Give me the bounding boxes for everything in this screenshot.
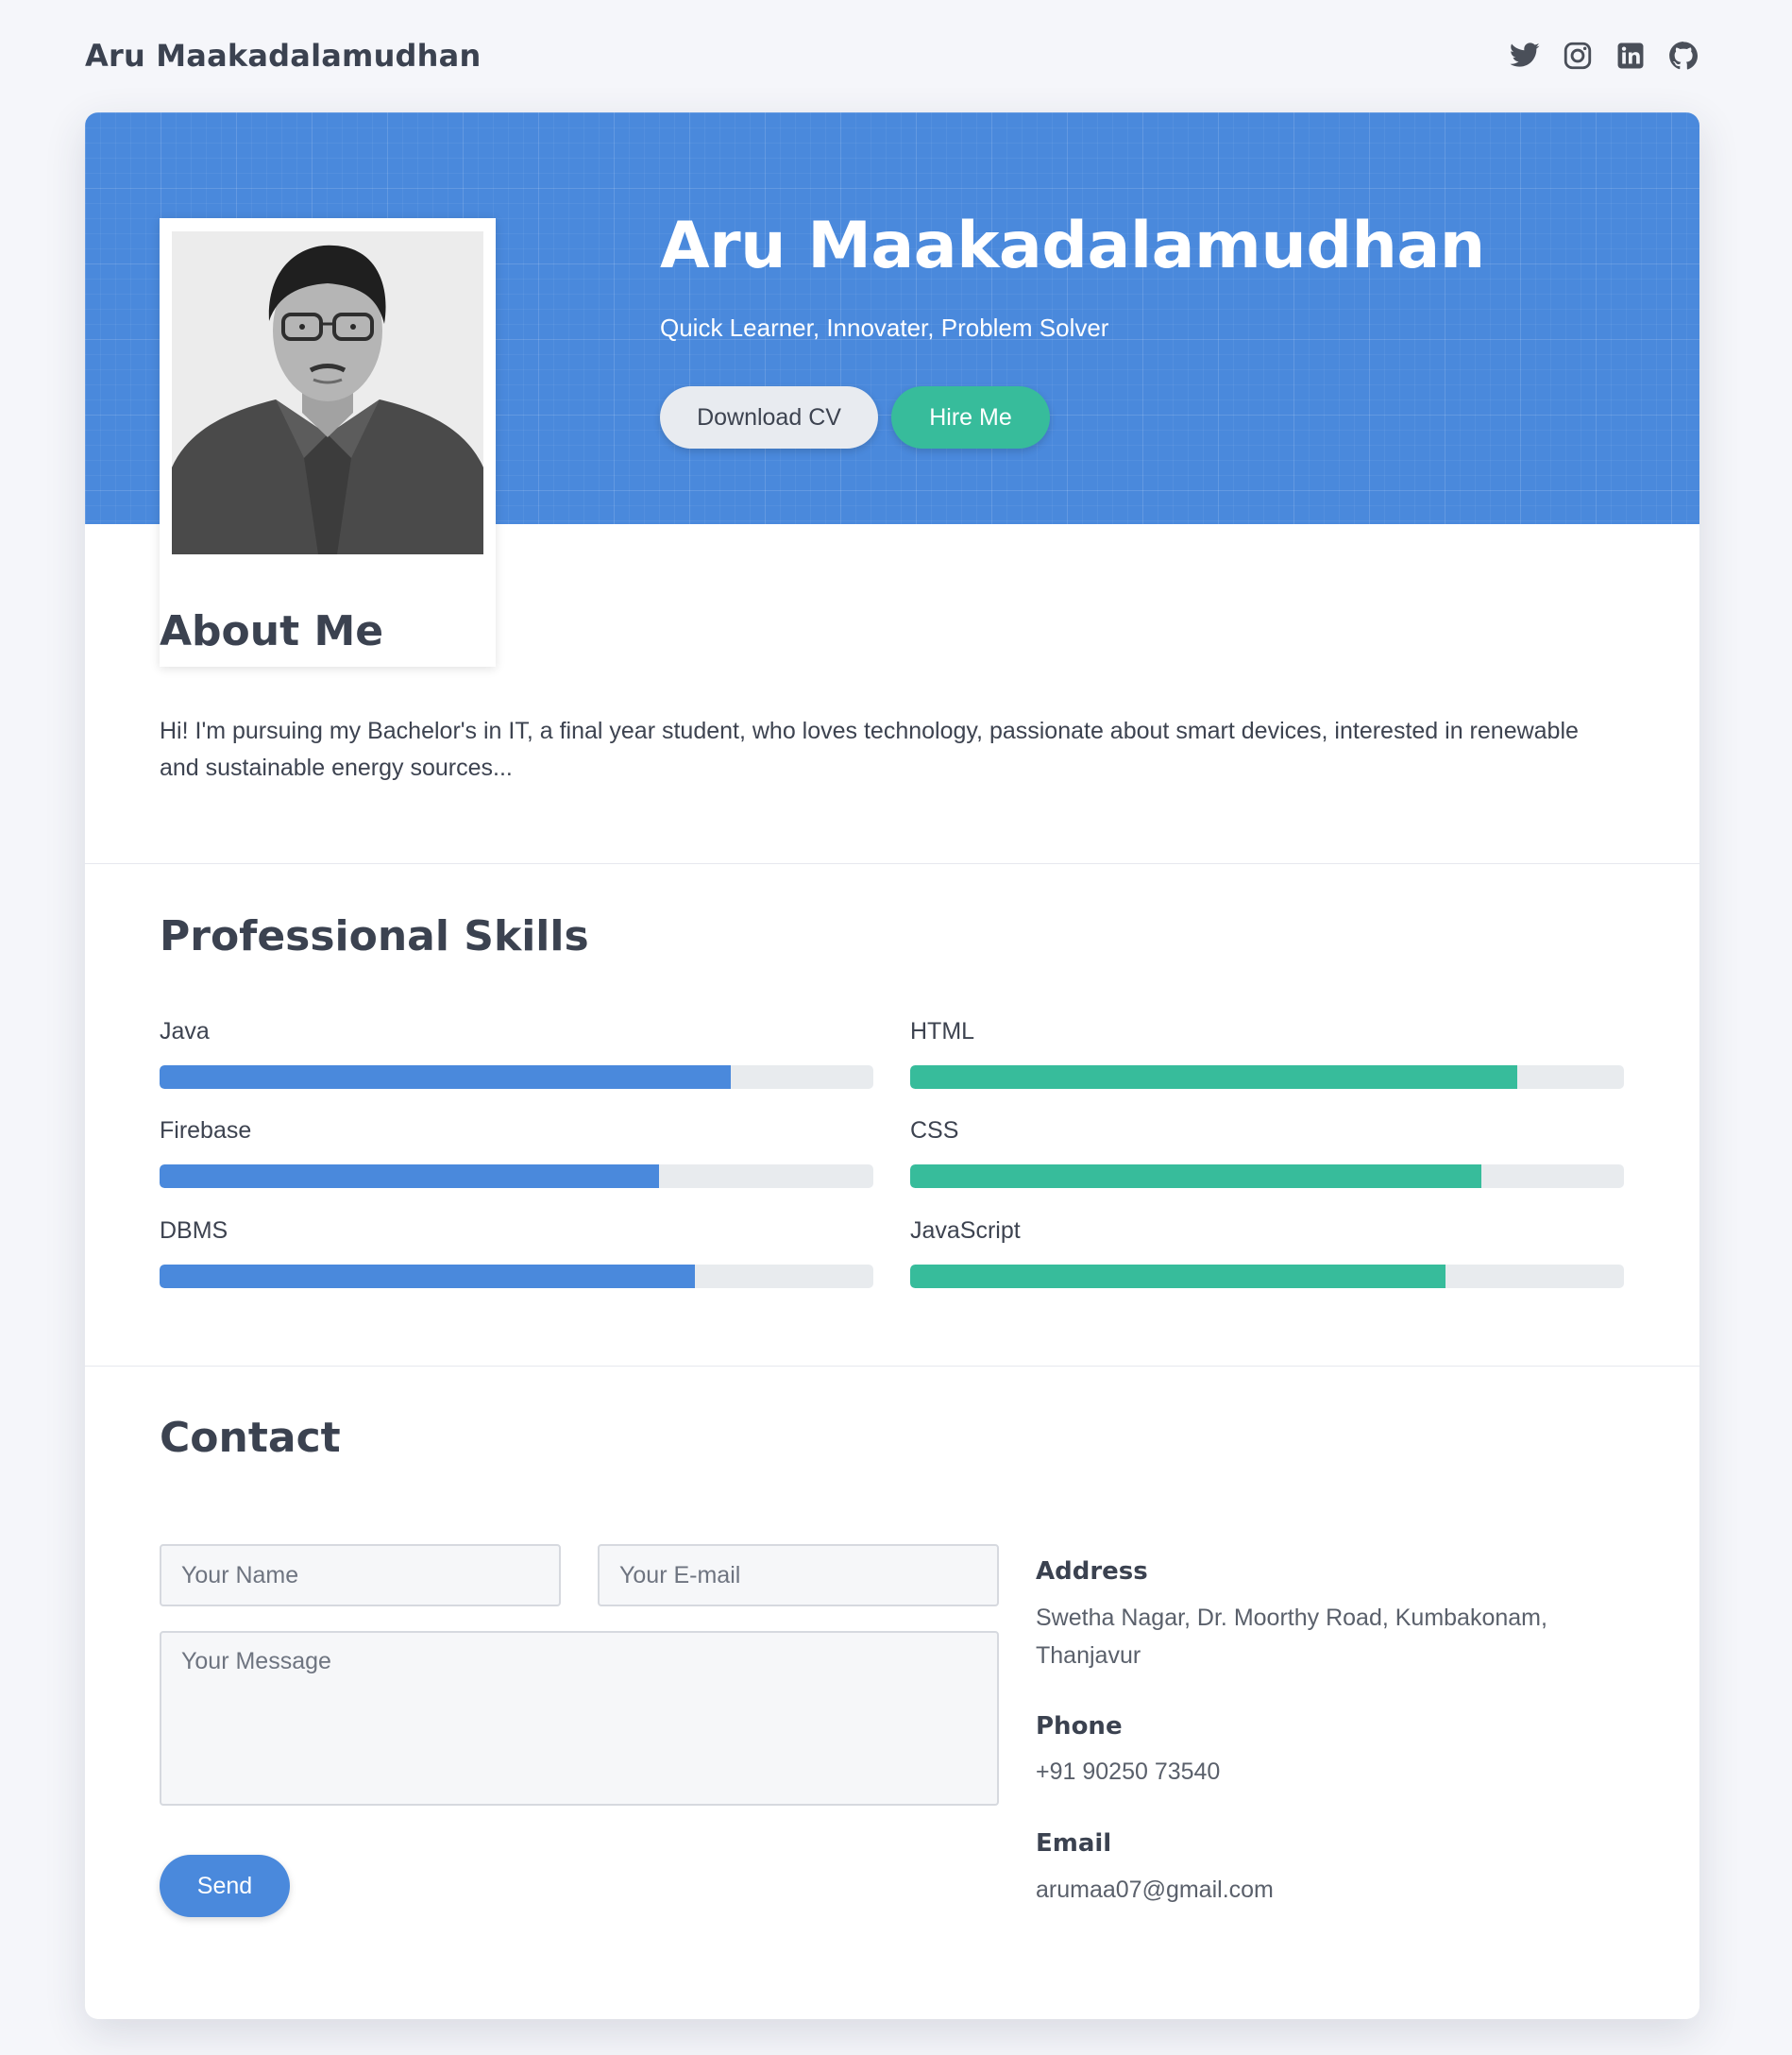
skill-css: CSS <box>910 1116 1624 1188</box>
github-icon[interactable] <box>1667 40 1699 72</box>
social-links <box>1509 40 1699 72</box>
skill-progress-fill <box>160 1265 695 1288</box>
address-label: Address <box>1036 1557 1148 1586</box>
skill-javascript: JavaScript <box>910 1216 1624 1288</box>
profile-photo-frame <box>160 218 496 667</box>
hero-name: Aru Maakadalamudhan <box>660 209 1485 283</box>
skill-progress-fill <box>160 1065 731 1089</box>
message-textarea[interactable] <box>160 1631 999 1806</box>
skill-label: Java <box>160 1018 210 1044</box>
site-brand[interactable]: Aru Maakadalamudhan <box>85 38 481 74</box>
skill-label: HTML <box>910 1018 975 1044</box>
send-button[interactable]: Send <box>160 1855 290 1917</box>
skills-title: Professional Skills <box>160 912 589 960</box>
skill-java: Java <box>160 1017 873 1089</box>
skill-progress-bar <box>910 1265 1624 1288</box>
skill-label: DBMS <box>160 1217 228 1244</box>
resume-card: Aru Maakadalamudhan Quick Learner, Innov… <box>85 112 1699 2019</box>
about-text: Hi! I'm pursuing my Bachelor's in IT, a … <box>160 718 1579 781</box>
hero-tagline: Quick Learner, Innovater, Problem Solver <box>660 314 1109 342</box>
phone-text[interactable]: +91 90250 73540 <box>1036 1753 1602 1791</box>
linkedin-icon[interactable] <box>1614 40 1647 72</box>
contact-title: Contact <box>160 1414 341 1462</box>
download-cv-button[interactable]: Download CV <box>660 386 878 449</box>
skill-progress-fill <box>910 1164 1481 1188</box>
hire-me-button[interactable]: Hire Me <box>891 386 1050 449</box>
name-input[interactable] <box>160 1544 561 1606</box>
section-divider <box>85 1366 1699 1367</box>
email-input[interactable] <box>598 1544 999 1606</box>
skill-progress-bar <box>160 1265 873 1288</box>
top-navbar: Aru Maakadalamudhan <box>85 34 1699 77</box>
profile-photo <box>172 231 483 554</box>
skill-firebase: Firebase <box>160 1116 873 1188</box>
skill-progress-bar <box>160 1164 873 1188</box>
phone-label: Phone <box>1036 1712 1123 1741</box>
email-text[interactable]: arumaa07@gmail.com <box>1036 1871 1602 1909</box>
address-text: Swetha Nagar, Dr. Moorthy Road, Kumbakon… <box>1036 1605 1547 1669</box>
skill-label: CSS <box>910 1117 959 1144</box>
hero-actions: Download CV Hire Me <box>660 386 1050 449</box>
skill-label: Firebase <box>160 1117 252 1144</box>
skill-html: HTML <box>910 1017 1624 1089</box>
skill-dbms: DBMS <box>160 1216 873 1288</box>
skill-label: JavaScript <box>910 1217 1021 1244</box>
skill-progress-bar <box>910 1065 1624 1089</box>
email-label: Email <box>1036 1829 1112 1858</box>
section-divider <box>85 863 1699 864</box>
skill-progress-fill <box>910 1065 1517 1089</box>
instagram-icon[interactable] <box>1562 40 1594 72</box>
skill-progress-bar <box>160 1065 873 1089</box>
about-title: About Me <box>160 607 384 655</box>
skill-progress-fill <box>910 1265 1445 1288</box>
skill-progress-bar <box>910 1164 1624 1188</box>
skill-progress-fill <box>160 1164 660 1188</box>
twitter-icon[interactable] <box>1509 40 1541 72</box>
